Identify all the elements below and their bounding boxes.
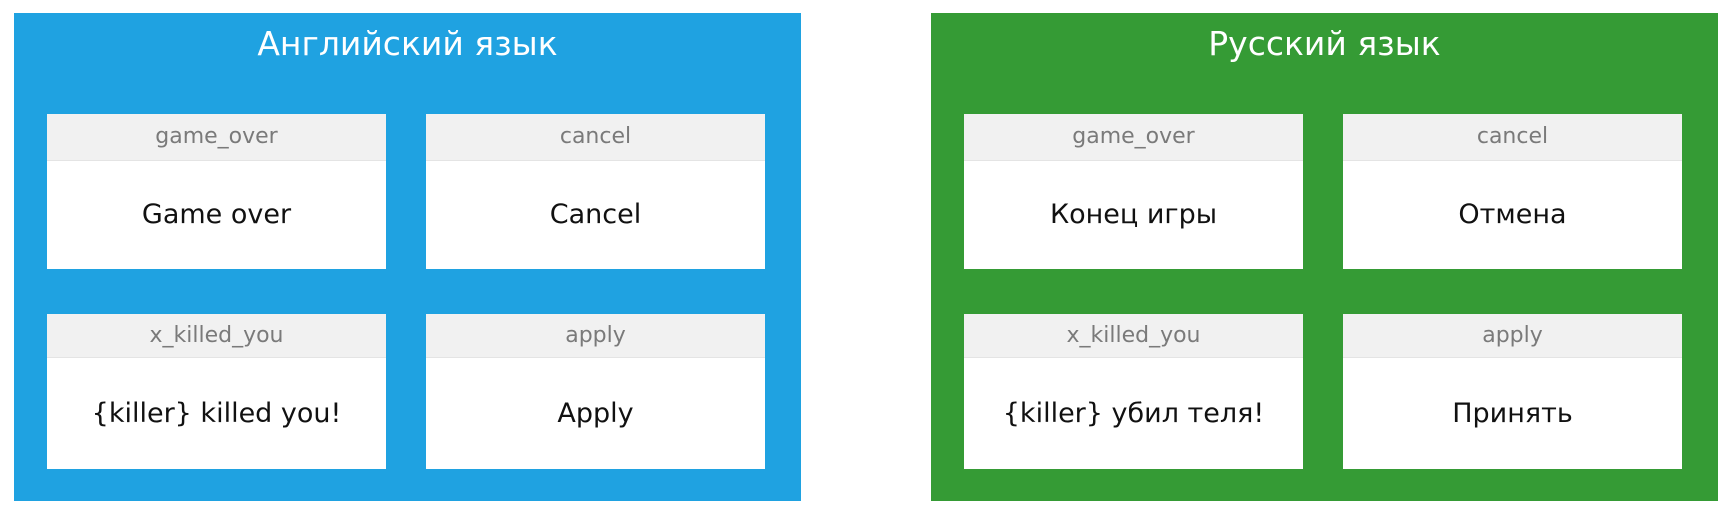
string-key: cancel xyxy=(426,114,765,161)
string-key: x_killed_you xyxy=(47,314,386,358)
string-value: Принять xyxy=(1452,398,1573,429)
string-value: {killer} killed you! xyxy=(91,398,342,429)
string-card-x-killed-you: x_killed_you {killer} killed you! xyxy=(47,314,386,469)
string-key: apply xyxy=(1343,314,1682,358)
string-card-apply: apply Принять xyxy=(1343,314,1682,469)
panel-title: Английский язык xyxy=(257,24,558,63)
string-card-cancel: cancel Cancel xyxy=(426,114,765,269)
string-value: Конец игры xyxy=(1049,199,1218,230)
string-key: game_over xyxy=(47,114,386,161)
string-value: Отмена xyxy=(1458,199,1567,230)
string-value: Cancel xyxy=(549,199,642,230)
string-value: {killer} убил теля! xyxy=(1002,398,1265,429)
string-card-cancel: cancel Отмена xyxy=(1343,114,1682,269)
string-key: x_killed_you xyxy=(964,314,1303,358)
english-language-panel: Английский язык game_over Game over canc… xyxy=(14,13,801,501)
string-key: game_over xyxy=(964,114,1303,161)
string-card-apply: apply Apply xyxy=(426,314,765,469)
string-card-game-over: game_over Game over xyxy=(47,114,386,269)
string-value: Game over xyxy=(141,199,292,230)
string-card-game-over: game_over Конец игры xyxy=(964,114,1303,269)
string-key: cancel xyxy=(1343,114,1682,161)
string-value: Apply xyxy=(557,398,634,429)
string-key: apply xyxy=(426,314,765,358)
panel-title: Русский язык xyxy=(1208,24,1441,63)
russian-language-panel: Русский язык game_over Конец игры cancel… xyxy=(931,13,1718,501)
string-card-x-killed-you: x_killed_you {killer} убил теля! xyxy=(964,314,1303,469)
